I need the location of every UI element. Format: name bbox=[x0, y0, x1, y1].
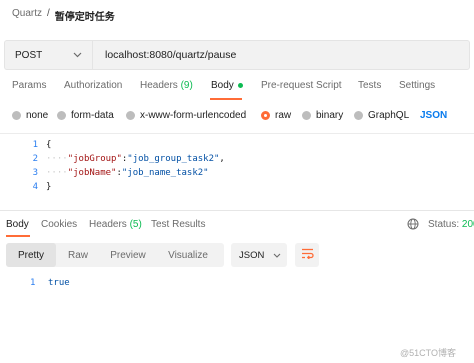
radio-raw[interactable]: raw bbox=[261, 110, 291, 121]
wrap-lines-icon bbox=[301, 248, 314, 262]
breadcrumb-separator: / bbox=[47, 8, 50, 19]
status-label: Status: bbox=[428, 219, 460, 230]
tab-body-label: Body bbox=[211, 80, 234, 91]
code-brace: { bbox=[46, 140, 52, 150]
url-input[interactable]: localhost:8080/quartz/pause bbox=[92, 40, 470, 70]
breadcrumb: Quartz / 暂停定时任务 bbox=[12, 8, 115, 23]
radio-label: form-data bbox=[71, 110, 114, 121]
tab-body[interactable]: Body bbox=[211, 80, 243, 91]
tab-headers-label: Headers bbox=[140, 80, 178, 91]
radio-label: GraphQL bbox=[368, 110, 410, 121]
radio-binary[interactable]: binary bbox=[302, 110, 343, 121]
radio-icon bbox=[354, 111, 363, 120]
radio-label: binary bbox=[316, 110, 344, 121]
wrap-lines-button[interactable] bbox=[295, 243, 319, 267]
line-number: 4 bbox=[32, 182, 38, 192]
chevron-down-icon bbox=[273, 251, 281, 260]
chevron-down-icon bbox=[73, 50, 82, 61]
body-indicator-dot bbox=[237, 82, 243, 88]
request-url-bar: POST localhost:8080/quartz/pause bbox=[4, 40, 470, 70]
watermark-text: @51CTO博客 bbox=[400, 348, 456, 358]
code-line: ····"jobGroup":"job_group_task2", bbox=[46, 154, 225, 164]
response-tab-headers[interactable]: Headers (5) bbox=[89, 219, 142, 230]
radio-icon bbox=[302, 111, 311, 120]
divider bbox=[0, 133, 474, 134]
active-tab-underline bbox=[210, 98, 242, 100]
view-preview-button[interactable]: Preview bbox=[100, 243, 156, 267]
body-format-select[interactable]: JSON bbox=[420, 110, 447, 121]
radio-label: x-www-form-urlencoded bbox=[140, 110, 247, 121]
response-divider[interactable] bbox=[0, 210, 474, 211]
tab-settings[interactable]: Settings bbox=[399, 80, 435, 91]
json-key: "jobGroup" bbox=[67, 154, 122, 164]
tab-headers[interactable]: Headers (9) bbox=[140, 80, 193, 91]
radio-graphql[interactable]: GraphQL bbox=[354, 110, 409, 121]
code-line: ····"jobName":"job_name_task2" bbox=[46, 168, 209, 178]
breadcrumb-collection[interactable]: Quartz bbox=[12, 8, 42, 23]
response-format-select[interactable]: JSON bbox=[231, 243, 287, 267]
radio-icon bbox=[12, 111, 21, 120]
radio-label: none bbox=[26, 110, 49, 121]
request-body-editor[interactable]: 1 { 2 ····"jobGroup":"job_group_task2", … bbox=[0, 138, 474, 200]
view-raw-button[interactable]: Raw bbox=[56, 243, 100, 267]
request-name[interactable]: 暂停定时任务 bbox=[55, 8, 115, 23]
line-number: 3 bbox=[32, 168, 38, 178]
radio-form-data[interactable]: form-data bbox=[57, 110, 114, 121]
radio-icon bbox=[126, 111, 135, 120]
method-select[interactable]: POST bbox=[4, 40, 92, 70]
radio-none[interactable]: none bbox=[12, 110, 48, 121]
radio-selected-icon bbox=[261, 111, 270, 120]
response-tab-cookies[interactable]: Cookies bbox=[41, 219, 77, 230]
view-visualize-button[interactable]: Visualize bbox=[156, 243, 220, 267]
method-label: POST bbox=[15, 49, 43, 61]
view-pretty-button[interactable]: Pretty bbox=[6, 243, 56, 267]
tab-authorization[interactable]: Authorization bbox=[64, 80, 122, 91]
response-format-label: JSON bbox=[239, 249, 265, 261]
response-line-number: 1 bbox=[30, 278, 36, 288]
globe-icon[interactable] bbox=[407, 218, 419, 230]
response-view-modes: Pretty Raw Preview Visualize bbox=[6, 243, 224, 267]
line-number: 1 bbox=[32, 140, 38, 150]
radio-icon bbox=[57, 111, 66, 120]
json-key: "jobName" bbox=[67, 168, 117, 178]
response-status: Status: 200 OK bbox=[428, 219, 474, 230]
active-response-tab-underline bbox=[6, 235, 30, 237]
line-number: 2 bbox=[32, 154, 38, 164]
radio-x-www-form-urlencoded[interactable]: x-www-form-urlencoded bbox=[126, 110, 246, 121]
tab-params[interactable]: Params bbox=[12, 80, 46, 91]
radio-label: raw bbox=[275, 110, 292, 121]
json-value: "job_name_task2" bbox=[121, 168, 209, 178]
code-brace: } bbox=[46, 182, 52, 192]
status-code: 200 OK bbox=[461, 219, 474, 230]
tab-pre-request-script[interactable]: Pre-request Script bbox=[261, 80, 342, 91]
response-tab-test-results[interactable]: Test Results bbox=[151, 219, 205, 230]
code-line: { bbox=[46, 140, 51, 150]
json-value: "job_group_task2" bbox=[127, 154, 220, 164]
code-line: } bbox=[46, 182, 51, 192]
headers-count: (9) bbox=[180, 80, 193, 91]
tab-tests[interactable]: Tests bbox=[358, 80, 381, 91]
response-body-value: true bbox=[48, 278, 70, 288]
response-tab-body[interactable]: Body bbox=[6, 219, 29, 230]
response-headers-count: (5) bbox=[129, 219, 142, 230]
response-tab-headers-label: Headers bbox=[89, 219, 127, 230]
